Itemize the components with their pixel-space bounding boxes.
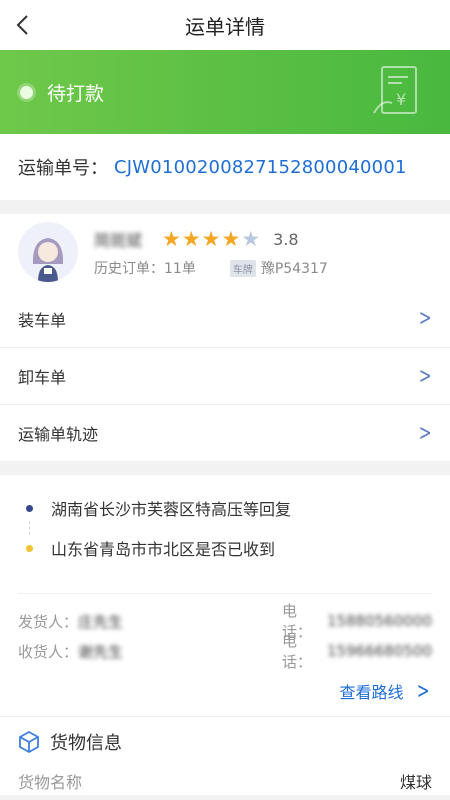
chevron-right-icon: >: [418, 363, 432, 389]
goods-name-value: 煤球: [399, 773, 432, 792]
shipper-phone: 15880560000: [327, 612, 432, 630]
menu-loading-sheet[interactable]: 装车单 >: [0, 290, 450, 347]
origin-dot-icon: [26, 504, 33, 512]
status-banner: 待打款 ¥: [0, 50, 450, 134]
contacts-section: 发货人： 庄先生 电话： 15880560000 收货人： 谢先生 电话： 15…: [18, 593, 432, 671]
destination-address: 山东省青岛市市北区是否已收到: [51, 540, 276, 559]
driver-meta-row: 历史订单：11单 车牌 豫P54317: [94, 258, 328, 278]
goods-header: 货物信息: [18, 717, 432, 767]
plate-number: 豫P54317: [260, 261, 328, 277]
route-destination: 山东省青岛市市北区是否已收到: [18, 535, 432, 561]
chevron-right-icon: >: [418, 420, 432, 446]
waybill-number[interactable]: CJW0100200827152800040001: [114, 157, 407, 178]
driver-name-row: 简斑斌 ★ ★ ★ ★ ★ 3.8: [94, 226, 328, 252]
shipper-name: 庄先生: [78, 612, 124, 631]
route-origin: 湖南省长沙市芙蓉区特高压等回复: [18, 495, 432, 521]
section-divider: [0, 461, 450, 475]
view-route-label: 查看路线: [339, 683, 404, 702]
chevron-right-icon: >: [418, 306, 432, 331]
menu-item-label: 卸车单: [18, 368, 67, 387]
star-icon: ★: [181, 227, 201, 251]
payment-document-icon: ¥: [373, 66, 417, 114]
shipper-label: 发货人：: [18, 612, 79, 631]
star-icon: ★: [162, 227, 181, 251]
menu-item-label: 装车单: [18, 310, 67, 330]
route-card: 湖南省长沙市芙蓉区特高压等回复 山东省青岛市市北区是否已收到 发货人： 庄先生 …: [0, 475, 450, 716]
waybill-number-row: 运输单号： CJW0100200827152800040001: [0, 134, 450, 200]
star-icon: ★: [201, 227, 221, 251]
back-button[interactable]: [8, 10, 38, 40]
rating-stars: ★ ★ ★ ★ ★: [162, 228, 261, 250]
status-label: 待打款: [47, 82, 105, 105]
menu-unloading-sheet[interactable]: 卸车单 >: [0, 347, 450, 404]
goods-name-label: 货物名称: [18, 773, 83, 792]
receiver-phone: 15966680500: [327, 642, 432, 660]
destination-dot-icon: [26, 544, 33, 552]
driver-card: 简斑斌 ★ ★ ★ ★ ★ 3.8 历史订单：11单 车牌 豫P54317 装车…: [0, 214, 450, 461]
star-empty-icon: ★: [241, 227, 261, 251]
package-box-icon: [19, 730, 39, 754]
chevron-right-icon: >: [416, 678, 430, 704]
receiver-phone-info[interactable]: 电话： 15966680500: [282, 630, 432, 672]
person-avatar-icon: [18, 222, 78, 282]
status-dot-icon: [20, 85, 33, 99]
plate-tag: 车牌: [229, 259, 256, 277]
receiver-phone-label: 电话：: [282, 632, 313, 671]
goods-name-row: 货物名称 煤球: [18, 767, 432, 795]
route-connector: [29, 521, 432, 535]
driver-name: 简斑斌: [94, 231, 143, 250]
driver-row: 简斑斌 ★ ★ ★ ★ ★ 3.8 历史订单：11单 车牌 豫P54317: [0, 214, 450, 290]
svg-text:¥: ¥: [396, 90, 406, 109]
nav-bar: 运单详情: [0, 0, 450, 50]
waybill-label: 运输单号：: [18, 158, 108, 179]
menu-waybill-track[interactable]: 运输单轨迹 >: [0, 404, 450, 461]
rating-value: 3.8: [273, 229, 299, 249]
receiver-row: 收货人： 谢先生 电话： 15966680500: [18, 632, 432, 671]
section-divider: [0, 200, 450, 214]
goods-title: 货物信息: [50, 733, 122, 754]
shipper-info: 发货人： 庄先生: [18, 611, 123, 632]
driver-info: 简斑斌 ★ ★ ★ ★ ★ 3.8 历史订单：11单 车牌 豫P54317: [94, 226, 328, 278]
star-icon: ★: [221, 227, 241, 251]
receiver-name: 谢先生: [78, 642, 124, 661]
history-orders: 历史订单：11单: [94, 261, 196, 277]
origin-address: 湖南省长沙市芙蓉区特高压等回复: [51, 500, 292, 519]
receiver-info: 收货人： 谢先生: [18, 641, 123, 662]
goods-card: 货物信息 货物名称 煤球: [0, 716, 450, 795]
chevron-left-icon: [16, 15, 28, 35]
menu-item-label: 运输单轨迹: [18, 425, 99, 444]
page-title: 运单详情: [185, 14, 265, 39]
driver-avatar: [18, 222, 78, 282]
receiver-label: 收货人：: [18, 642, 79, 661]
view-route-link[interactable]: 查看路线 >: [18, 666, 432, 716]
